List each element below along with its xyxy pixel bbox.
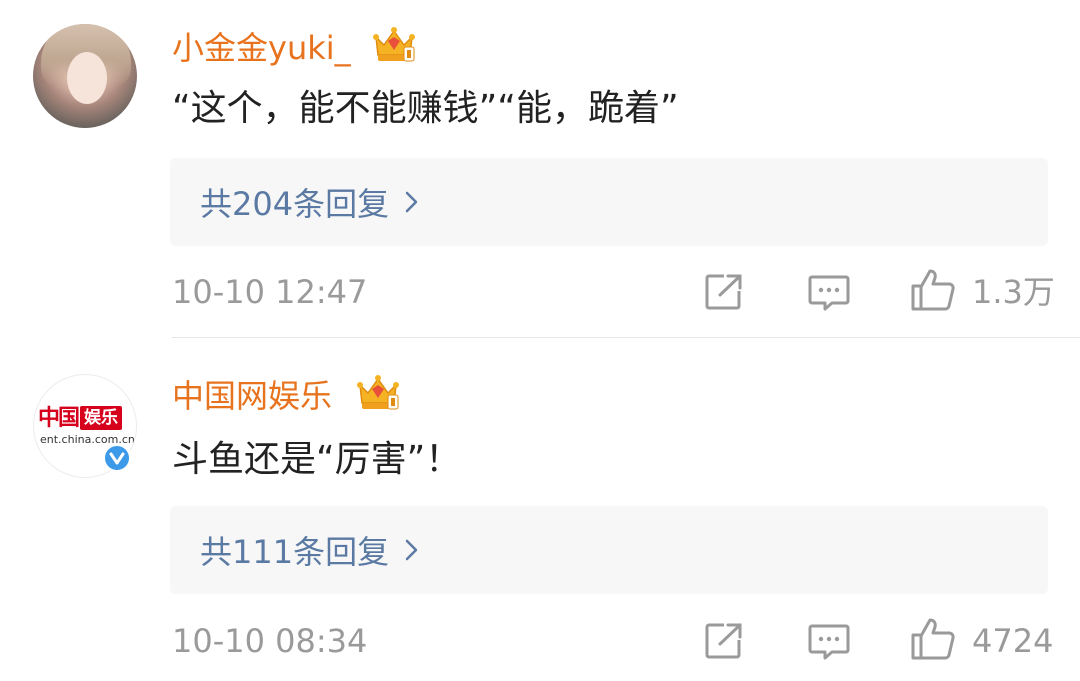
- user-avatar[interactable]: [33, 24, 137, 128]
- view-replies-button[interactable]: 共204条回复: [170, 158, 1048, 246]
- comment-timestamp: 10-10 12:47: [172, 273, 368, 311]
- comment-icon[interactable]: [808, 623, 850, 661]
- logo-box-text: 娱乐: [80, 406, 123, 430]
- avatar-face-shape: [67, 52, 107, 104]
- comment-timestamp: 10-10 08:34: [172, 622, 368, 660]
- chevron-right-icon: [405, 191, 418, 213]
- share-icon[interactable]: [704, 622, 744, 660]
- logo-cn-text: 中国: [38, 405, 80, 431]
- avatar-logo: 中国 娱乐: [38, 405, 134, 431]
- like-count: 4724: [972, 622, 1054, 660]
- verified-badge-icon: [102, 443, 132, 473]
- check-icon: [109, 452, 125, 465]
- comment-username[interactable]: 小金金yuki_: [172, 28, 351, 68]
- crown-badge-icon[interactable]: [356, 373, 400, 413]
- comment-username[interactable]: 中国网娱乐: [172, 376, 332, 416]
- comment-divider: [172, 337, 1080, 338]
- replies-count-label: 共111条回复: [200, 533, 390, 571]
- comment-text: 斗鱼还是“厉害”！: [172, 439, 462, 480]
- chevron-right-icon: [405, 539, 418, 561]
- like-count: 1.3万: [972, 273, 1055, 311]
- comment-text: “这个，能不能赚钱”“能，跪着”: [172, 88, 679, 129]
- replies-count-label: 共204条回复: [200, 185, 390, 223]
- comment-icon[interactable]: [808, 274, 850, 312]
- like-icon[interactable]: [910, 617, 956, 661]
- view-replies-button[interactable]: 共111条回复: [170, 506, 1048, 594]
- like-icon[interactable]: [910, 268, 956, 312]
- share-icon[interactable]: [704, 273, 744, 311]
- crown-badge-icon[interactable]: [372, 25, 416, 65]
